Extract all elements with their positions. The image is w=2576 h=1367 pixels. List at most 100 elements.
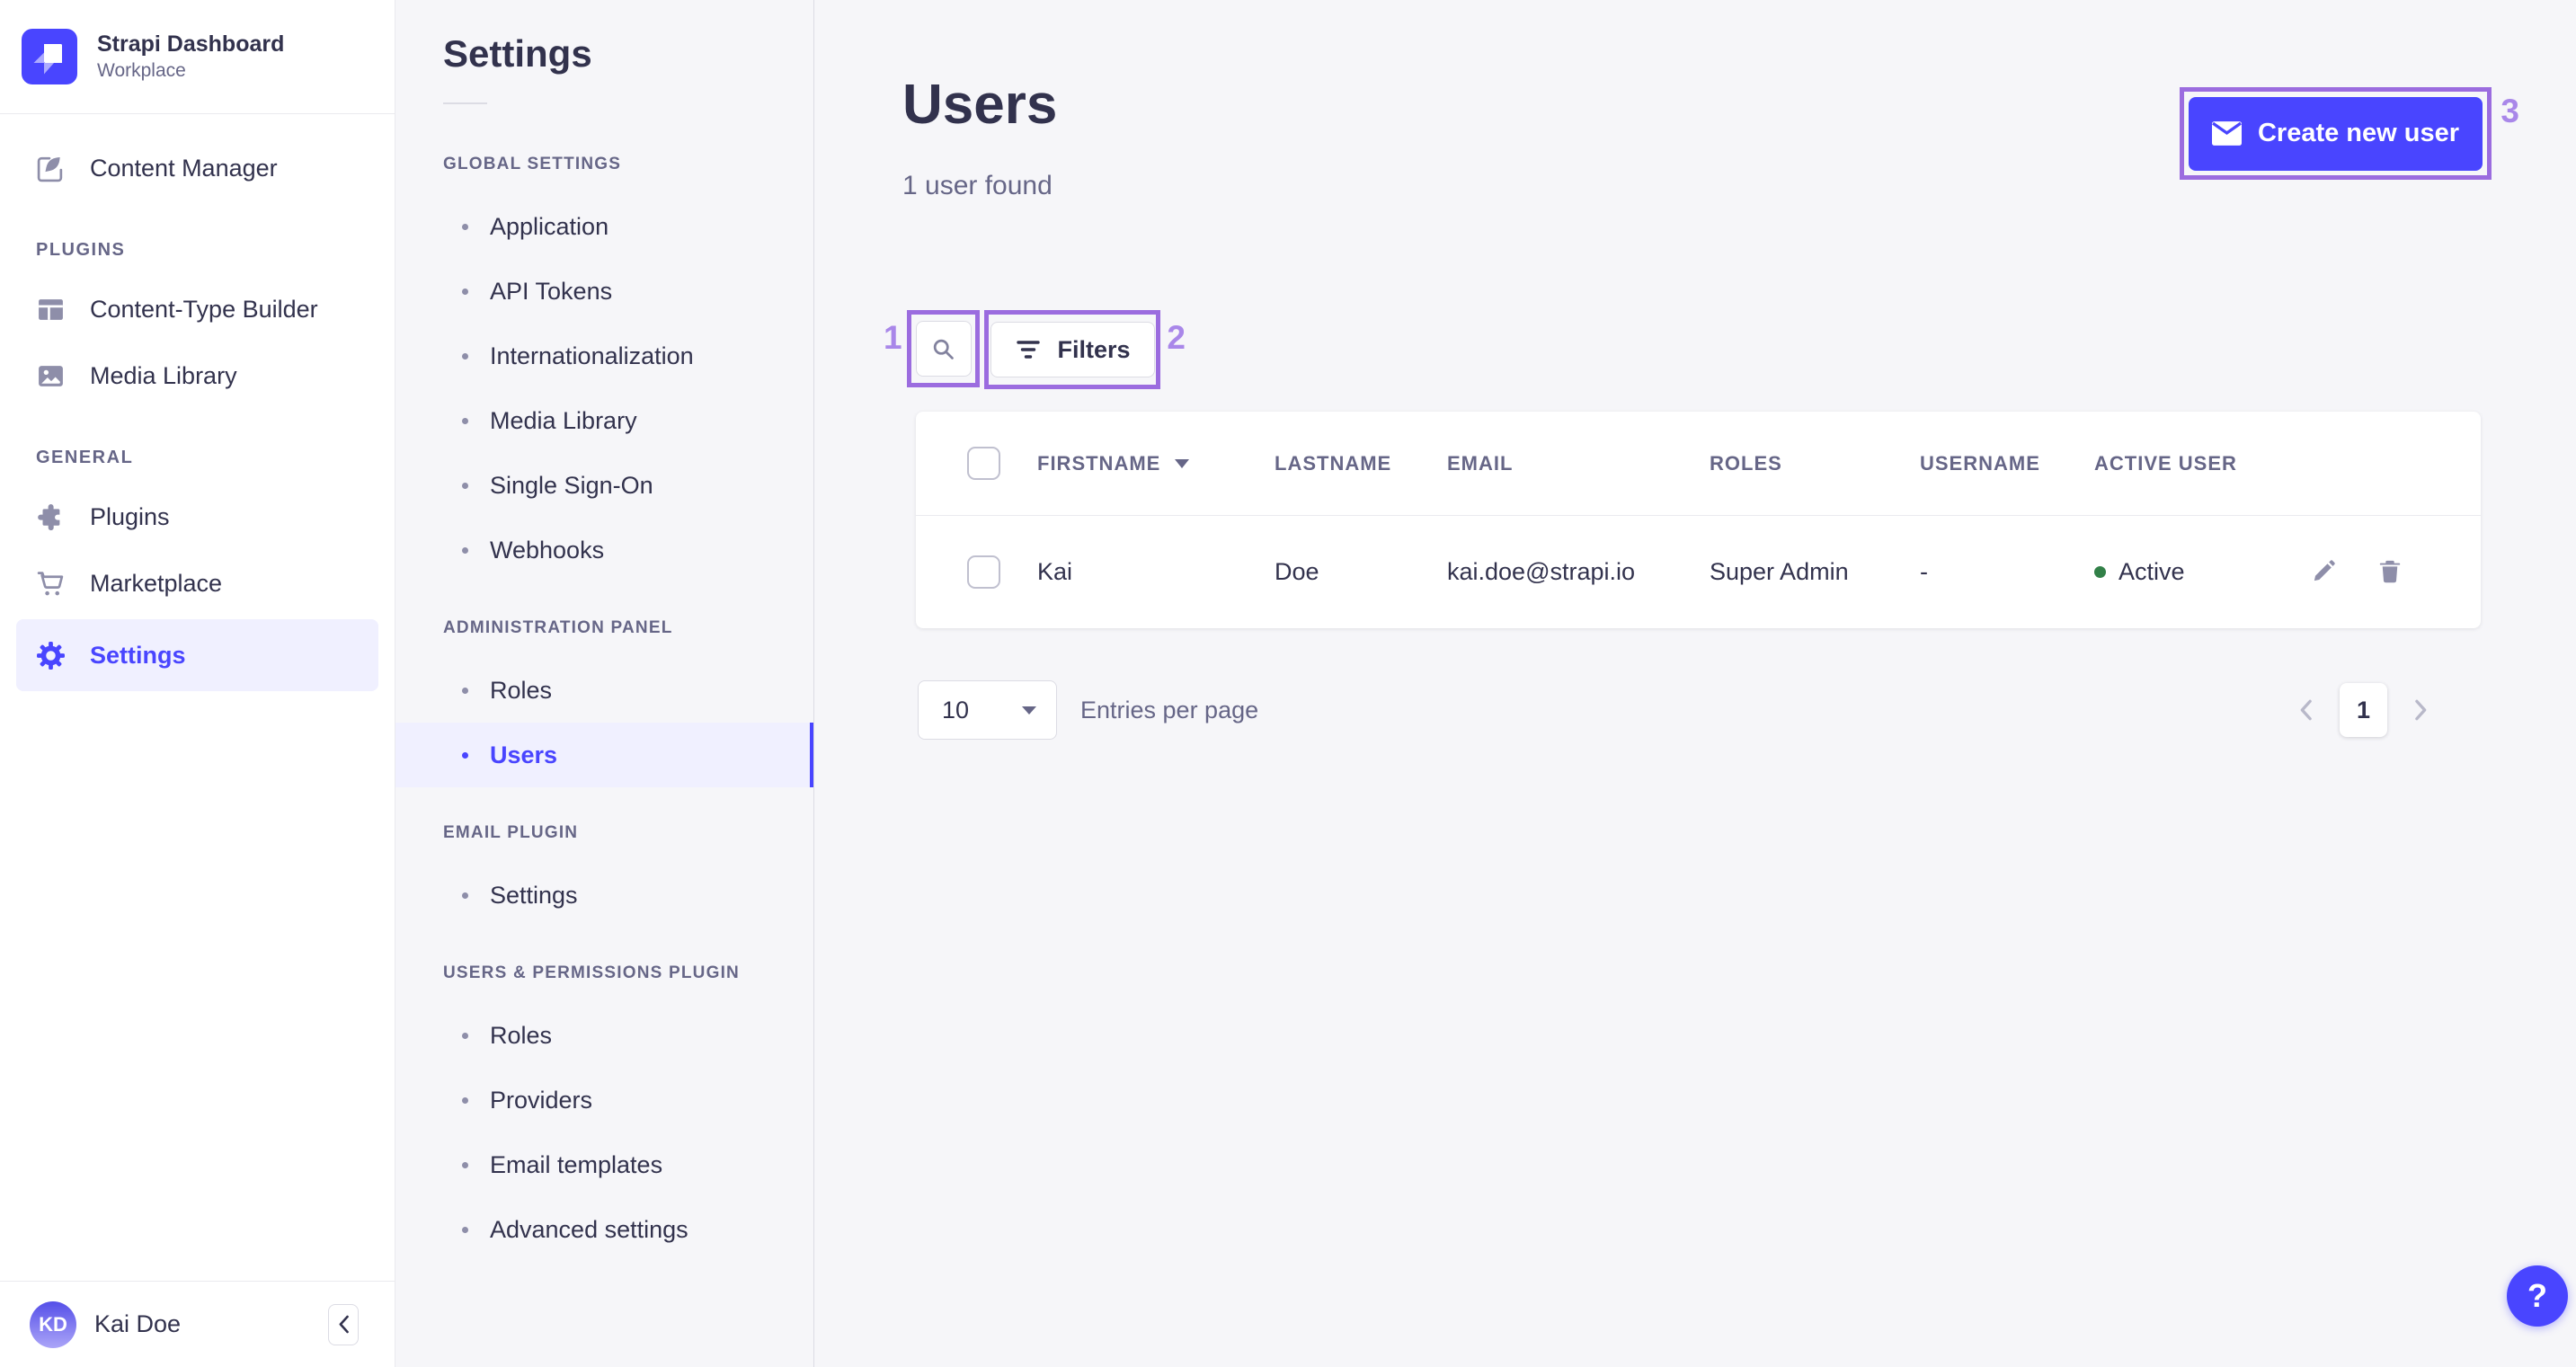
table-row[interactable]: Kai Doe kai.doe@strapi.io Super Admin - … (916, 516, 2481, 627)
annotation-label-1: 1 (884, 319, 902, 356)
sidebar-item-content-type-builder[interactable]: Content-Type Builder (0, 280, 395, 338)
subnav-item-internationalization[interactable]: Internationalization (395, 324, 813, 388)
settings-subnav: Settings GLOBAL SETTINGS Application API… (395, 0, 814, 1367)
entries-per-page-label: Entries per page (1080, 696, 1259, 723)
sidebar-item-label: Content-Type Builder (90, 295, 318, 323)
chevron-left-icon (339, 1315, 349, 1334)
layout-icon (39, 298, 63, 320)
annotation-box-1: 1 (884, 310, 980, 387)
puzzle-icon (38, 503, 60, 530)
cell-email: kai.doe@strapi.io (1447, 557, 1636, 585)
sidebar-section-general: GENERAL (36, 448, 134, 467)
bullet-icon (462, 1032, 468, 1039)
column-header-lastname: LASTNAME (1275, 451, 1392, 475)
collapse-sidebar-button[interactable] (328, 1303, 359, 1345)
gear-icon (37, 641, 65, 670)
cell-username: - (1920, 557, 1928, 585)
user-count-text: 1 user found (902, 171, 1053, 200)
subnav-group-administration-panel: ADMINISTRATION PANEL (443, 618, 673, 637)
active-status-dot-icon (2094, 565, 2106, 578)
search-icon (933, 339, 954, 360)
cart-icon (37, 571, 64, 595)
subnav-item-application[interactable]: Application (395, 194, 813, 259)
annotation-label-2: 2 (1167, 319, 1186, 356)
subnav-item-api-tokens[interactable]: API Tokens (395, 259, 813, 324)
select-all-checkbox[interactable] (967, 447, 1000, 480)
sidebar-item-label: Plugins (90, 502, 170, 530)
sidebar-nav: Content Manager PLUGINS Content-Type Bui… (0, 139, 395, 691)
column-header-roles: ROLES (1710, 451, 1782, 475)
entries-per-page-select[interactable]: 10 (918, 680, 1057, 740)
sidebar-item-media-library[interactable]: Media Library (0, 347, 395, 404)
sort-caret-icon[interactable] (1175, 458, 1190, 468)
help-button[interactable]: ? (2507, 1265, 2568, 1327)
filter-bars-icon (1017, 341, 1041, 359)
pen-square-icon (37, 156, 63, 182)
subnav-item-roles-admin[interactable]: Roles (395, 658, 813, 723)
main-sidebar: Strapi Dashboard Workplace Content Manag… (0, 0, 395, 1367)
chevron-left-icon (2300, 699, 2312, 721)
column-header-firstname[interactable]: FIRSTNAME (1037, 452, 1275, 475)
create-new-user-button[interactable]: Create new user (2189, 96, 2483, 171)
sidebar-item-marketplace[interactable]: Marketplace (0, 555, 395, 612)
sidebar-item-content-manager[interactable]: Content Manager (0, 139, 395, 197)
users-table: FIRSTNAME LASTNAME EMAIL ROLES USERNAME … (916, 412, 2481, 628)
table-header-row: FIRSTNAME LASTNAME EMAIL ROLES USERNAME … (916, 412, 2481, 516)
cell-lastname: Doe (1275, 557, 1319, 585)
edit-user-button[interactable] (2310, 558, 2337, 585)
previous-page-button[interactable] (2299, 699, 2313, 721)
bullet-icon (462, 751, 468, 759)
sidebar-item-settings[interactable]: Settings (16, 619, 378, 691)
bullet-icon (462, 892, 468, 899)
search-button[interactable] (915, 321, 972, 377)
avatar[interactable]: KD (30, 1300, 76, 1348)
pagination: 1 (2299, 680, 2428, 740)
bullet-icon (462, 352, 468, 360)
brand-header: Strapi Dashboard Workplace (0, 0, 395, 114)
envelope-icon (2211, 121, 2242, 146)
subnav-item-webhooks[interactable]: Webhooks (395, 518, 813, 582)
column-header-active-user: ACTIVE USER (2094, 451, 2237, 475)
row-actions (2310, 558, 2445, 585)
filters-button[interactable]: Filters (990, 322, 1155, 377)
trash-icon (2379, 560, 2401, 583)
user-name: Kai Doe (94, 1310, 182, 1337)
cell-firstname: Kai (1037, 557, 1073, 585)
sidebar-item-plugins[interactable]: Plugins (0, 488, 395, 546)
subnav-item-media-library[interactable]: Media Library (395, 388, 813, 453)
subnav-item-email-settings[interactable]: Settings (395, 863, 813, 928)
annotation-box-2: Filters 2 (984, 310, 1186, 389)
caret-down-icon (1022, 706, 1036, 715)
main-content: Users 1 user found Create new user 3 1 F… (814, 0, 2576, 1367)
subnav-group-users-permissions-plugin: USERS & PERMISSIONS PLUGIN (443, 963, 740, 982)
bullet-icon (462, 482, 468, 489)
subnav-item-providers[interactable]: Providers (395, 1068, 813, 1132)
sidebar-footer: KD Kai Doe (0, 1281, 395, 1367)
page-title: Users (902, 74, 1058, 136)
subnav-item-advanced-settings[interactable]: Advanced settings (395, 1197, 813, 1262)
subnav-item-single-sign-on[interactable]: Single Sign-On (395, 453, 813, 518)
subnav-item-email-templates[interactable]: Email templates (395, 1132, 813, 1197)
page-1-button[interactable]: 1 (2340, 683, 2387, 737)
delete-user-button[interactable] (2376, 558, 2403, 585)
bullet-icon (462, 1161, 468, 1168)
subnav-title: Settings (443, 32, 592, 75)
app-title: Strapi Dashboard (97, 31, 285, 57)
annotation-box-3: Create new user 3 (2180, 87, 2519, 180)
column-header-email: EMAIL (1447, 451, 1514, 475)
next-page-button[interactable] (2414, 699, 2428, 721)
row-checkbox[interactable] (967, 555, 1000, 589)
bullet-icon (462, 417, 468, 424)
sidebar-section-plugins: PLUGINS (36, 240, 126, 260)
bullet-icon (462, 223, 468, 230)
bullet-icon (462, 1226, 468, 1233)
subnav-group-email-plugin: EMAIL PLUGIN (443, 823, 579, 842)
workspace-name: Workplace (97, 60, 186, 82)
sidebar-item-label: Content Manager (90, 154, 278, 182)
sidebar-item-label: Media Library (90, 361, 237, 389)
subnav-item-roles-up[interactable]: Roles (395, 1003, 813, 1068)
cell-active-status: Active (2094, 558, 2310, 586)
bullet-icon (462, 1096, 468, 1104)
sidebar-item-label: Marketplace (90, 569, 223, 597)
subnav-item-users[interactable]: Users (395, 723, 813, 787)
